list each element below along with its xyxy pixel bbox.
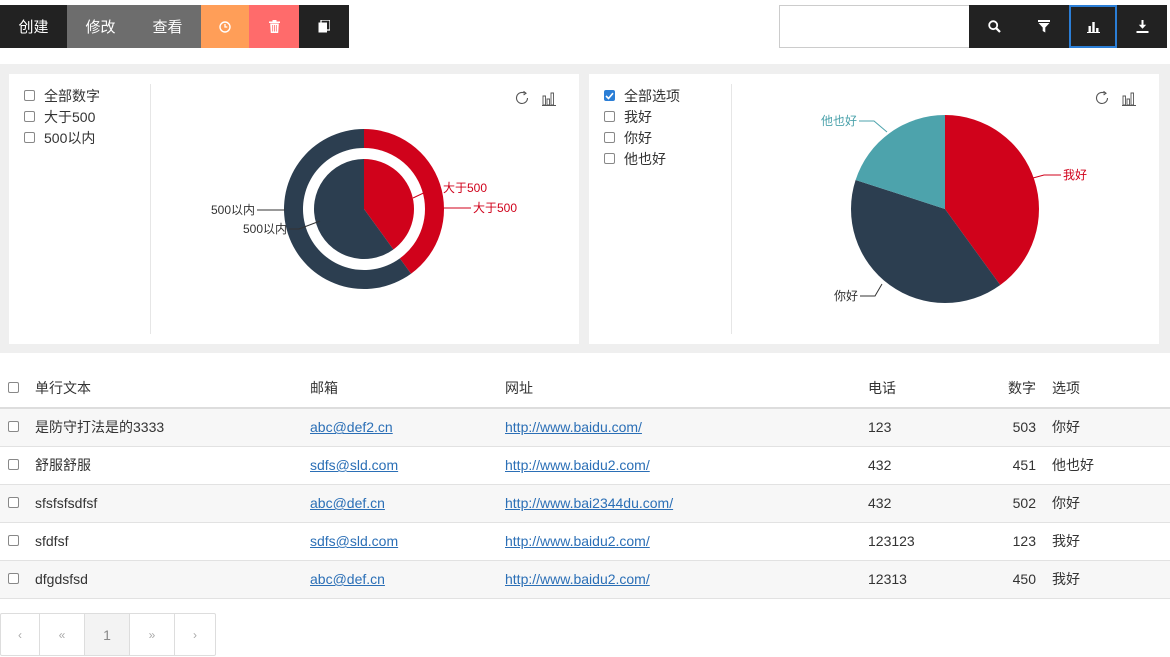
row-checkbox[interactable] (8, 535, 19, 546)
cell-option: 你好 (1052, 408, 1170, 447)
cell-number: 502 (988, 484, 1052, 523)
current-page[interactable]: 1 (85, 614, 130, 655)
last-page-button[interactable]: » (130, 614, 175, 655)
chart-toggle-button[interactable] (1069, 5, 1117, 48)
cell-number: 451 (988, 446, 1052, 485)
table-header-row: 单行文本 邮箱 网址 电话 数字 选项 (0, 369, 1170, 409)
search-input[interactable] (779, 5, 969, 48)
url-link[interactable]: http://www.baidu2.com/ (505, 533, 650, 549)
filter-button[interactable] (1019, 5, 1069, 48)
cell-text: 舒服舒服 (35, 446, 310, 485)
column-header[interactable]: 电话 (868, 369, 988, 409)
cell-option: 他也好 (1052, 446, 1170, 485)
row-checkbox[interactable] (8, 459, 19, 470)
url-link[interactable]: http://www.baidu.com/ (505, 419, 642, 435)
column-header[interactable]: 选项 (1052, 369, 1170, 409)
option-pie-chart: 我好你好 他也好 (821, 114, 1087, 303)
table-row[interactable]: dfgdsfsd abc@def.cn http://www.baidu2.co… (0, 560, 1170, 599)
slice-label: 500以内 (243, 222, 287, 236)
cell-number: 503 (988, 408, 1052, 447)
column-header[interactable]: 数字 (988, 369, 1052, 409)
url-link[interactable]: http://www.baidu2.com/ (505, 571, 650, 587)
table-row[interactable]: sfsfsfsdfsf abc@def.cn http://www.bai234… (0, 484, 1170, 523)
edit-button[interactable]: 修改 (67, 5, 134, 48)
email-link[interactable]: sdfs@sld.com (310, 457, 398, 473)
slice-label: 他也好 (821, 114, 857, 128)
clock-icon (219, 20, 231, 33)
url-link[interactable]: http://www.bai2344du.com/ (505, 495, 673, 511)
trash-icon (268, 20, 280, 33)
prev-page-button[interactable]: ‹ (1, 614, 40, 655)
cell-option: 我好 (1052, 560, 1170, 599)
cell-option: 我好 (1052, 522, 1170, 561)
email-link[interactable]: abc@def2.cn (310, 419, 393, 435)
email-link[interactable]: abc@def.cn (310, 495, 385, 511)
cell-text: sfsfsfsdfsf (35, 484, 310, 523)
slice-label: 大于500 (443, 181, 487, 195)
history-button[interactable] (201, 5, 249, 48)
number-chart-panel: 全部数字 大于500 500以内 大于500 大于500 500以内 500以内 (9, 74, 579, 344)
cell-number: 123 (988, 522, 1052, 561)
email-link[interactable]: abc@def.cn (310, 571, 385, 587)
chart-area: 全部数字 大于500 500以内 大于500大于500500以内500以内 (0, 64, 1170, 353)
email-link[interactable]: sdfs@sld.com (310, 533, 398, 549)
option-chart-panel: 全部选项 我好 你好 他也好 我好 你好 他也好 (589, 74, 1159, 344)
cell-option: 你好 (1052, 484, 1170, 523)
table-row[interactable]: 是防守打法是的3333 abc@def2.cn http://www.baidu… (0, 408, 1170, 447)
download-icon (1136, 20, 1148, 33)
slice-label: 大于500 (473, 201, 517, 215)
copy-button[interactable] (299, 5, 349, 48)
column-header[interactable]: 邮箱 (310, 369, 505, 409)
url-link[interactable]: http://www.baidu2.com/ (505, 457, 650, 473)
row-checkbox[interactable] (8, 497, 19, 508)
export-button[interactable] (1117, 5, 1167, 48)
cell-number: 450 (988, 560, 1052, 599)
cell-text: 是防守打法是的3333 (35, 408, 310, 447)
cell-phone: 12313 (868, 560, 988, 599)
number-donut-chart: 大于500 大于500 500以内 500以内 (211, 129, 517, 289)
search-button[interactable] (969, 5, 1019, 48)
copy-icon (318, 20, 330, 33)
slice-label: 500以内 (211, 203, 255, 217)
table-row[interactable]: sfdfsf sdfs@sld.com http://www.baidu2.co… (0, 522, 1170, 561)
slice-label: 你好 (834, 289, 858, 303)
filter-icon (1038, 20, 1050, 33)
cell-text: dfgdsfsd (35, 560, 310, 599)
right-toolbar (779, 5, 1167, 48)
cell-text: sfdfsf (35, 522, 310, 561)
table-row[interactable]: 舒服舒服 sdfs@sld.com http://www.baidu2.com/… (0, 446, 1170, 485)
cell-phone: 123 (868, 408, 988, 447)
cell-phone: 123123 (868, 522, 988, 561)
create-button[interactable]: 创建 (0, 5, 67, 48)
column-header[interactable]: 单行文本 (35, 369, 310, 409)
label-leader-line (1032, 174, 1061, 179)
pagination: ‹ « 1 » › (0, 613, 216, 656)
bar-chart-icon (1086, 21, 1100, 33)
label-leader-line (860, 283, 883, 297)
cell-phone: 432 (868, 446, 988, 485)
slice-label: 我好 (1063, 168, 1087, 182)
label-leader-line (859, 120, 888, 133)
delete-button[interactable] (249, 5, 299, 48)
column-header[interactable]: 网址 (505, 369, 868, 409)
select-all-checkbox[interactable] (8, 382, 19, 393)
first-page-button[interactable]: « (40, 614, 85, 655)
next-page-button[interactable]: › (175, 614, 215, 655)
cell-phone: 432 (868, 484, 988, 523)
row-checkbox[interactable] (8, 573, 19, 584)
data-table: 单行文本 邮箱 网址 电话 数字 选项 是防守打法是的3333 abc@def2… (0, 369, 1170, 599)
action-toolbar: 创建 修改 查看 (0, 5, 349, 48)
search-icon (987, 20, 1001, 33)
row-checkbox[interactable] (8, 421, 19, 433)
view-button[interactable]: 查看 (134, 5, 201, 48)
